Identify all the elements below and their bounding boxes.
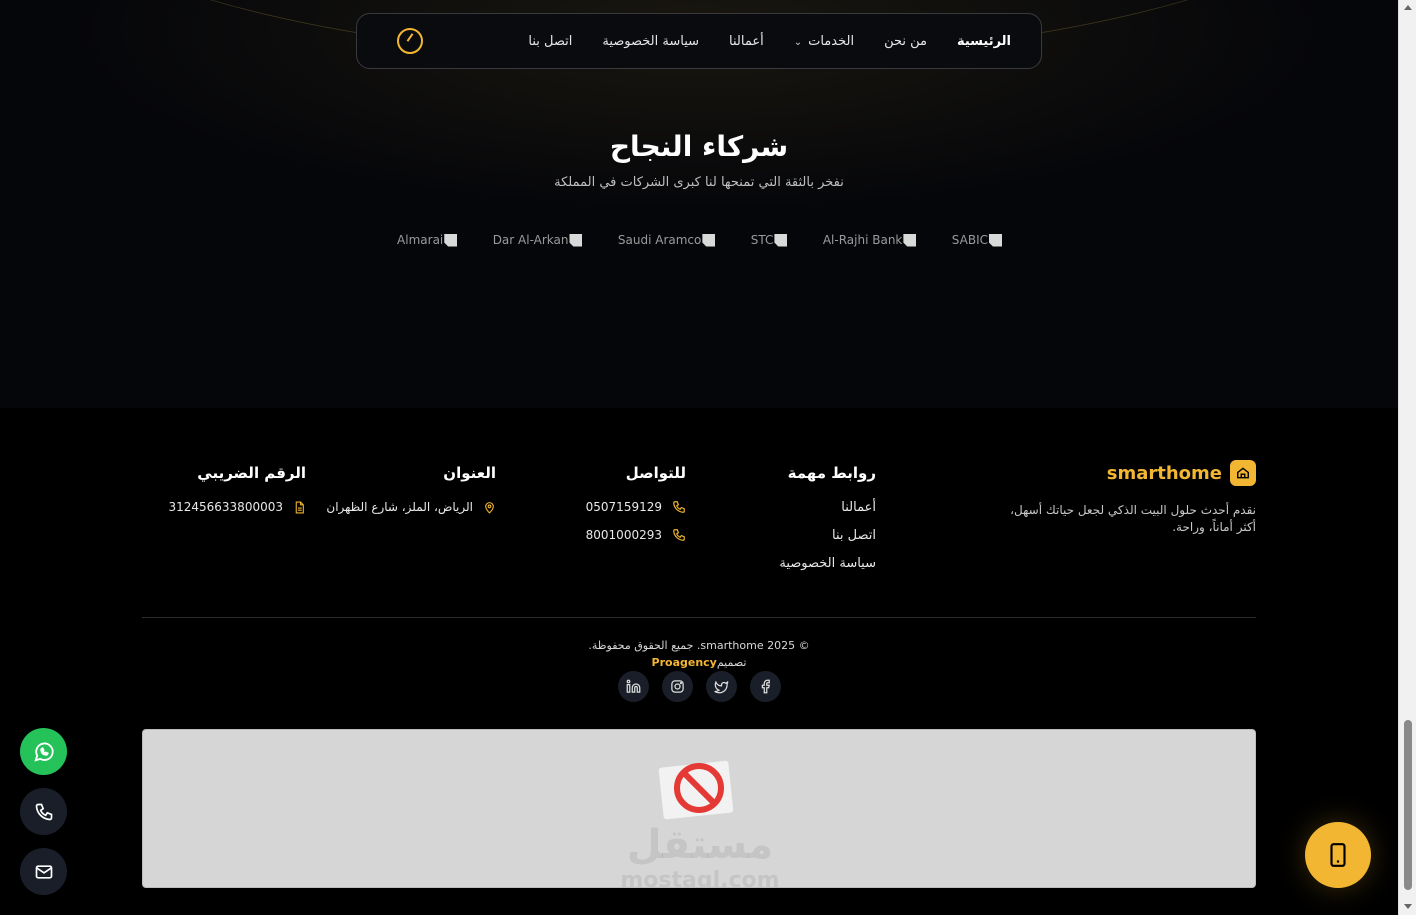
- home-icon: [1230, 460, 1256, 486]
- phone-icon: [35, 803, 52, 820]
- partners-logos: SABIC Al-Rajhi Bank STC Saudi Aramco Dar…: [397, 233, 1002, 247]
- partner-logo: Al-Rajhi Bank: [823, 233, 917, 247]
- watermark-url: mostaql.com: [620, 868, 780, 888]
- footer-link-privacy[interactable]: سياسة الخصوصية: [779, 556, 876, 571]
- phone-number: 8001000293: [585, 528, 662, 542]
- partner-logo: STC: [751, 233, 788, 247]
- partner-name: Al-Rajhi Bank: [822, 233, 903, 247]
- copyright: © smarthome 2025. جميع الحقوق محفوظة.: [588, 639, 810, 652]
- main-navbar: الرئيسية من نحن الخدمات ⌄ أعمالنا سياسة ا…: [356, 13, 1042, 69]
- email-button[interactable]: [20, 848, 67, 895]
- footer-address-column: العنوان الرياض، الملز، شارع الظهران: [326, 464, 496, 528]
- partner-name: Almarai: [397, 233, 444, 247]
- partner-logo: SABIC: [952, 233, 1002, 247]
- linkedin-icon[interactable]: [618, 671, 649, 702]
- partner-logo: Almarai: [397, 233, 458, 247]
- nav-services[interactable]: الخدمات ⌄: [794, 34, 854, 49]
- partners-section: الرئيسية من نحن الخدمات ⌄ أعمالنا سياسة ا…: [0, 0, 1398, 408]
- social-links: [618, 671, 781, 702]
- phone-number: 0507159129: [585, 500, 662, 514]
- logo-icon[interactable]: [397, 28, 423, 54]
- nav-contact[interactable]: اتصل بنا: [528, 34, 572, 49]
- footer-link-contact[interactable]: اتصل بنا: [779, 528, 876, 543]
- partner-name: Dar Al-Arkan: [492, 233, 569, 247]
- partner-name: Saudi Aramco: [617, 233, 702, 247]
- footer-contact-column: للتواصل 0507159129 8001000293: [586, 464, 686, 556]
- smartphone-icon: [1330, 843, 1346, 867]
- nav-works[interactable]: أعمالنا: [729, 34, 764, 49]
- nav-about[interactable]: من نحن: [884, 34, 927, 49]
- nav-links: الرئيسية من نحن الخدمات ⌄ أعمالنا سياسة ا…: [528, 34, 1011, 49]
- footer-tax-title: الرقم الضريبي: [197, 464, 306, 482]
- call-button[interactable]: [20, 788, 67, 835]
- watermark-logo: مستقل: [626, 822, 774, 868]
- brand-name: smarthome: [1106, 462, 1222, 484]
- embedded-map-blocked[interactable]: مستقل mostaql.com: [142, 729, 1256, 888]
- broken-image-icon: [774, 233, 788, 247]
- footer-brand[interactable]: smarthome: [1107, 460, 1256, 486]
- partner-logo: Dar Al-Arkan: [493, 233, 583, 247]
- nav-home[interactable]: الرئيسية: [957, 34, 1011, 49]
- footer-links-column: روابط مهمة أعمالنا اتصل بنا سياسة الخصوص…: [779, 464, 876, 584]
- footer-contact-title: للتواصل: [625, 464, 686, 482]
- footer-divider: [142, 617, 1256, 618]
- designer-credit: تصميمProagency: [0, 656, 1398, 669]
- chevron-down-icon: ⌄: [793, 36, 803, 48]
- scroll-thumb[interactable]: [1404, 720, 1412, 890]
- partners-subtitle: نفخر بالثقة التي تمنحها لنا كبرى الشركات…: [554, 175, 844, 190]
- address-item: الرياض، الملز، شارع الظهران: [326, 500, 496, 514]
- broken-image-icon: [989, 233, 1002, 247]
- page-scrollbar[interactable]: [1398, 0, 1416, 915]
- partner-logo: Saudi Aramco: [617, 233, 716, 247]
- partner-name: SABIC: [951, 233, 988, 247]
- footer-link-works[interactable]: أعمالنا: [779, 500, 876, 515]
- scroll-up-arrow-icon[interactable]: [1404, 5, 1412, 10]
- twitter-icon[interactable]: [706, 671, 737, 702]
- scroll-down-arrow-icon[interactable]: [1404, 904, 1412, 909]
- page: الرئيسية من نحن الخدمات ⌄ أعمالنا سياسة ا…: [0, 0, 1398, 915]
- broken-image-icon: [702, 233, 716, 247]
- location-pin-icon: [485, 501, 494, 514]
- document-icon: [295, 501, 304, 513]
- designer-link[interactable]: Proagency: [652, 656, 717, 669]
- instagram-icon[interactable]: [662, 671, 693, 702]
- phone-item[interactable]: 0507159129: [586, 500, 686, 514]
- phone-icon: [673, 501, 685, 513]
- address-text: الرياض، الملز، شارع الظهران: [326, 500, 473, 514]
- phone-icon: [673, 529, 685, 541]
- tax-number: 312456633800003: [168, 500, 283, 514]
- designer-prefix: تصميم: [716, 656, 747, 669]
- broken-image-icon: [444, 233, 458, 247]
- partner-name: STC: [750, 233, 774, 247]
- facebook-icon[interactable]: [750, 671, 781, 702]
- footer-address-title: العنوان: [443, 464, 496, 482]
- nav-privacy[interactable]: سياسة الخصوصية: [602, 34, 699, 49]
- broken-image-icon: [569, 233, 583, 247]
- whatsapp-button[interactable]: [20, 728, 67, 775]
- footer-links-title: روابط مهمة: [787, 464, 876, 482]
- brand-description: نقدم أحدث حلول البيت الذكي لجعل حياتك أس…: [1010, 503, 1256, 534]
- nav-services-label: الخدمات: [808, 33, 855, 49]
- broken-image-icon: [903, 233, 917, 247]
- mobile-app-button[interactable]: [1305, 822, 1371, 888]
- blocked-content-icon: [658, 760, 734, 820]
- whatsapp-icon: [33, 742, 54, 762]
- mail-icon: [35, 864, 52, 879]
- partners-title: شركاء النجاح: [609, 130, 789, 163]
- tax-item: 312456633800003: [168, 500, 306, 514]
- footer-tax-column: الرقم الضريبي 312456633800003: [168, 464, 306, 528]
- footer: smarthome نقدم أحدث حلول البيت الذكي لجع…: [0, 408, 1398, 915]
- phone-item[interactable]: 8001000293: [586, 528, 686, 542]
